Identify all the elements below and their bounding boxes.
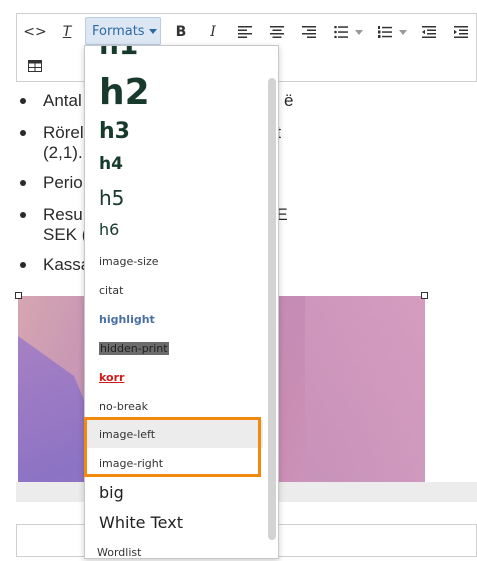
toolbar-row-1b: B I: [169, 15, 477, 49]
formats-menu: h1 h2 h3 h4 h5 h6 image-size citat highl…: [84, 45, 279, 559]
menu-item-label: no-break: [99, 399, 149, 413]
bullet-dot: [20, 130, 26, 136]
table-button[interactable]: [23, 53, 47, 79]
menu-item-h3[interactable]: h3: [85, 118, 263, 144]
bullet-list-icon: [334, 26, 348, 38]
clear-formatting-button[interactable]: T: [55, 19, 79, 45]
menu-item-label: big: [99, 482, 124, 502]
formats-dropdown-button[interactable]: Formats: [85, 17, 161, 45]
numbered-list-icon: [378, 26, 392, 38]
menu-item-label: h4: [99, 154, 123, 174]
menu-item-h5[interactable]: h5: [85, 186, 263, 210]
menu-scrollbar[interactable]: [268, 78, 276, 540]
menu-item-label: image-size: [99, 254, 159, 268]
menu-item-highlight[interactable]: highlight: [85, 309, 263, 329]
menu-item-label: h1: [99, 46, 138, 61]
menu-item-label: h6: [99, 219, 120, 239]
menu-item-label: image-left: [99, 427, 156, 441]
outdent-icon: [422, 26, 436, 38]
menu-item-big[interactable]: big: [85, 480, 263, 504]
list-item-text-line2: (2,1).: [43, 143, 83, 162]
table-icon: [28, 60, 42, 72]
clear-formatting-icon: T: [62, 24, 72, 40]
menu-item-h6[interactable]: h6: [85, 218, 263, 240]
image-shape: [305, 296, 425, 482]
menu-item-white-text[interactable]: White Text: [85, 510, 263, 534]
toolbar-row-1: <> T: [17, 15, 87, 49]
menu-item-label: h2: [99, 71, 150, 113]
menu-item-label: h3: [99, 118, 130, 144]
align-left-icon: [238, 26, 252, 38]
menu-item-label: korr: [99, 370, 125, 384]
bullet-dot: [20, 98, 26, 104]
menu-item-image-size[interactable]: image-size: [85, 251, 263, 271]
indent-button[interactable]: [449, 19, 473, 45]
bullet-list-options-icon[interactable]: [355, 29, 363, 35]
numbered-list-button[interactable]: [373, 19, 397, 45]
bullet-dot: [20, 262, 26, 268]
bullet-dot: [20, 212, 26, 218]
bold-button[interactable]: B: [169, 19, 193, 45]
menu-item-label: h5: [99, 186, 125, 210]
menu-item-label: highlight: [99, 312, 155, 326]
source-code-button[interactable]: <>: [23, 19, 47, 45]
align-right-icon: [302, 26, 316, 38]
formats-label: Formats: [92, 23, 145, 39]
align-center-icon: [270, 26, 284, 38]
align-center-button[interactable]: [265, 19, 289, 45]
align-left-button[interactable]: [233, 19, 257, 45]
menu-item-label: citat: [99, 283, 124, 297]
list-item-text-line2: SEK (: [43, 225, 88, 244]
numbered-list-options-icon[interactable]: [399, 29, 407, 35]
chevron-down-icon: [148, 28, 157, 34]
source-code-icon: <>: [23, 24, 47, 40]
indent-icon: [454, 26, 468, 38]
resize-handle-top-right[interactable]: [421, 292, 428, 299]
resize-handle-top-left[interactable]: [15, 292, 22, 299]
menu-item-image-left[interactable]: image-left: [85, 420, 263, 448]
italic-button[interactable]: I: [201, 19, 225, 45]
menu-item-h4[interactable]: h4: [85, 152, 263, 176]
menu-item-no-break[interactable]: no-break: [85, 396, 263, 416]
bullet-list-button[interactable]: [329, 19, 353, 45]
bullet-dot: [20, 180, 26, 186]
menu-item-korr[interactable]: korr: [85, 367, 263, 387]
bold-icon: B: [175, 24, 187, 40]
menu-item-wordlist[interactable]: Wordlist: [85, 543, 263, 559]
menu-item-label: White Text: [99, 512, 183, 532]
menu-item-h1[interactable]: h1: [85, 46, 263, 61]
outdent-button[interactable]: [417, 19, 441, 45]
menu-item-label: hidden-print: [99, 341, 169, 355]
toolbar-row-2: [17, 49, 55, 83]
menu-item-label: Wordlist: [97, 545, 142, 559]
menu-item-citat[interactable]: citat: [85, 280, 263, 300]
menu-item-hidden-print[interactable]: hidden-print: [85, 338, 263, 358]
menu-item-image-right[interactable]: image-right: [85, 449, 263, 477]
italic-icon: I: [210, 24, 216, 40]
menu-item-h2[interactable]: h2: [85, 71, 263, 113]
menu-item-label: image-right: [99, 456, 164, 470]
align-right-button[interactable]: [297, 19, 321, 45]
